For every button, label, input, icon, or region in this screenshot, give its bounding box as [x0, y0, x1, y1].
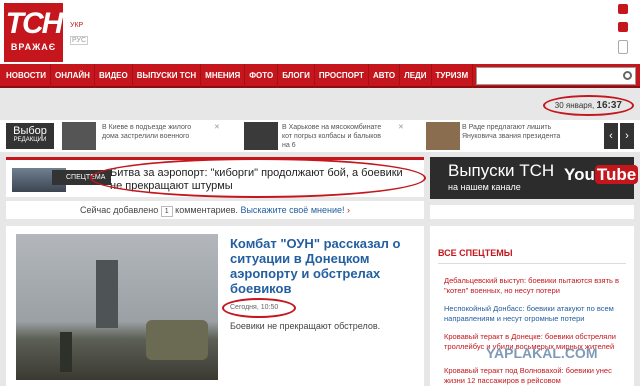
nav-item-blogs[interactable]: БЛОГИ — [278, 64, 315, 88]
ticker-item-1[interactable]: В Киеве в подъезде жилого дома застрелил… — [102, 123, 202, 141]
top-bar: ТСН ВРАЖАЄ УКР РУС — [0, 0, 640, 64]
video-icon: ✕ — [214, 124, 220, 131]
special-topics-heading[interactable]: ВСЕ СПЕЦТЕМЫ — [438, 248, 626, 264]
youtube-logo: You Tube — [564, 165, 639, 185]
print-icon[interactable] — [618, 40, 628, 54]
nav-item-tsn-episodes[interactable]: ВЫПУСКИ ТСН — [133, 64, 202, 88]
date-time: 30 января, 16:37 — [542, 95, 634, 116]
nav-item-tourism[interactable]: ТУРИЗМ — [432, 64, 474, 88]
added-post: комментариев. — [175, 205, 238, 215]
nav-item-photo[interactable]: ФОТО — [245, 64, 279, 88]
ticker-item-3[interactable]: В Раде предлагают лишить Януковича звани… — [462, 123, 562, 141]
nav-item-news[interactable]: НОВОСТИ — [2, 64, 52, 88]
added-pre: Сейчас добавлено — [79, 205, 159, 215]
ticker-thumb-2[interactable] — [244, 122, 278, 150]
arrow-right-icon: › — [347, 205, 350, 215]
date-text: 30 января, — [554, 101, 595, 110]
added-count: 1 — [160, 206, 173, 217]
search-icon[interactable] — [623, 71, 632, 80]
photo-person — [60, 332, 72, 372]
search-input[interactable] — [476, 67, 636, 85]
highlight-oval — [90, 158, 426, 198]
ticker-thumb-1[interactable] — [62, 122, 96, 150]
rss-icon[interactable] — [618, 4, 628, 14]
nav-item-video[interactable]: ВИДЕО — [95, 64, 133, 88]
time-text: 16:37 — [596, 100, 622, 111]
nav-item-opinions[interactable]: МНЕНИЯ — [201, 64, 246, 88]
photo-tower — [96, 260, 118, 328]
ticker-thumb-3[interactable] — [426, 122, 460, 150]
nav-item-ladies[interactable]: ЛЕДИ — [400, 64, 432, 88]
logo-tagline: ВРАЖАЄ — [10, 42, 57, 52]
ticker-next-button[interactable]: › — [620, 123, 634, 149]
photo-car — [146, 320, 208, 360]
editors-choice-label: Выбор РЕДАКЦИИ — [6, 123, 54, 149]
main-story-lead: Боевики не прекращают обстрелов. — [230, 321, 381, 331]
special-topic-item[interactable]: Кровавый теракт под Волновахой: боевики … — [444, 366, 628, 386]
main-story-headline[interactable]: Комбат "ОУН" рассказал о ситуации в Доне… — [230, 236, 410, 296]
watermark: YAPLAKAL.COM — [486, 345, 598, 361]
ticker-prev-button[interactable]: ‹ — [604, 123, 618, 149]
promo-line1: Выпуски ТСН — [448, 161, 555, 180]
top-icons — [618, 4, 632, 62]
video-icon: ✕ — [398, 124, 404, 131]
tsn-youtube-promo[interactable]: Выпуски ТСН на нашем канале You Tube — [430, 157, 639, 199]
main-story-photo[interactable] — [16, 234, 218, 380]
special-topic-item[interactable]: Неспокойный Донбасс: боевики атакуют по … — [444, 304, 628, 324]
comments-added-bar: Сейчас добавлено 1 комментариев. Выскажи… — [6, 201, 424, 219]
youtube-you: You — [564, 165, 595, 184]
main-nav: НОВОСТИ ОНЛАЙН ВИДЕО ВЫПУСКИ ТСН МНЕНИЯ … — [0, 64, 640, 88]
nav-item-online[interactable]: ОНЛАЙН — [51, 64, 95, 88]
nav-item-auto[interactable]: АВТО — [369, 64, 401, 88]
promo-line2: на нашем канале — [448, 182, 521, 192]
editors-choice-ticker: Выбор РЕДАКЦИИ В Киеве в подъезде жилого… — [0, 120, 640, 152]
share-opinion-link[interactable]: Выскажите своё мнение! — [240, 205, 344, 215]
nav-item-prosport[interactable]: ПРОСПОРТ — [315, 64, 369, 88]
editors-choice-sub: РЕДАКЦИИ — [13, 137, 47, 143]
tsn-logo[interactable]: ТСН ВРАЖАЄ — [4, 3, 63, 62]
main-story-time: Сегодня, 10:50 — [230, 304, 279, 311]
main-story: Комбат "ОУН" рассказал о ситуации в Доне… — [6, 226, 424, 386]
youtube-tube: Tube — [594, 165, 639, 184]
lang-rus-link[interactable]: РУС — [70, 36, 89, 45]
special-topic-bar: СПЕЦТЕМА Битва за аэропорт: "киборги" пр… — [6, 157, 426, 198]
sidebar-spacer — [430, 205, 634, 219]
logo-mark: ТСН — [5, 7, 64, 40]
editors-choice-title: Выбор — [13, 125, 47, 137]
special-topics-sidebar: ВСЕ СПЕЦТЕМЫ Дебальцевский выступ: боеви… — [430, 226, 634, 386]
ticker-item-2[interactable]: В Харькове на мясокомбинате кот погрыз к… — [282, 123, 382, 150]
social-icon[interactable] — [618, 22, 628, 32]
special-topic-item[interactable]: Дебальцевский выступ: боевики пытаются в… — [444, 276, 628, 296]
lang-ukr-link[interactable]: УКР — [70, 22, 83, 29]
